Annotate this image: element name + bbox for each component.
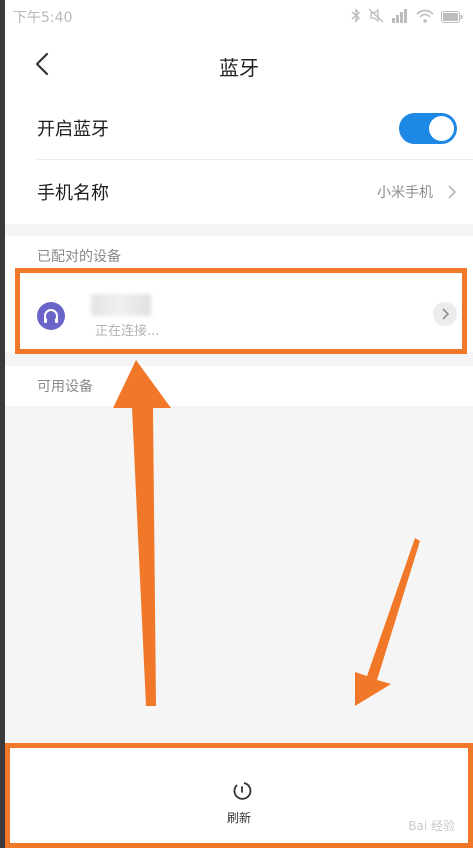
phone-screen: 下午5:40 蓝牙 开启蓝牙 手机名称 小米手机 已配对的设备 正在连接... …: [5, 0, 473, 848]
annotation-arrow-up: [113, 360, 171, 706]
annotation-arrows: [113, 360, 420, 706]
annotation-arrow-down: [355, 538, 420, 706]
watermark: Bai 经验: [408, 819, 455, 833]
